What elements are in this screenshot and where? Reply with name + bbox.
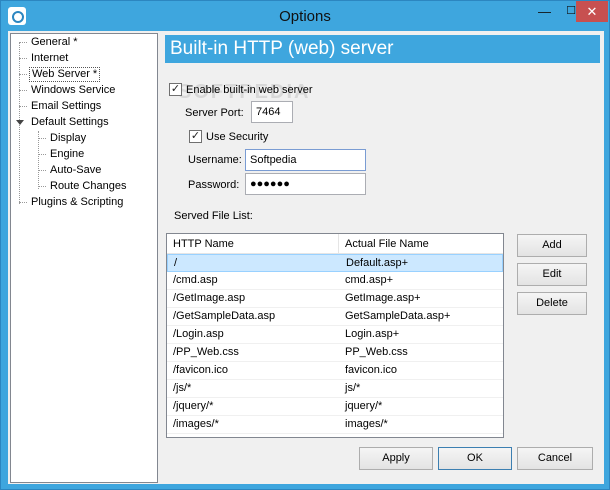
actual-file-name-cell: images/* xyxy=(345,418,388,430)
table-row[interactable]: /GetImage.asp GetImage.asp+ xyxy=(167,290,503,308)
tree-connector xyxy=(19,202,27,203)
actual-file-name-cell: Login.asp+ xyxy=(345,328,400,340)
served-file-list[interactable]: HTTP Name Actual File Name / Default.asp… xyxy=(166,233,504,438)
actual-file-name-cell: GetImage.asp+ xyxy=(345,292,421,304)
tree-connector xyxy=(19,42,27,43)
enable-web-server-label: Enable built-in web server xyxy=(186,84,313,96)
table-row[interactable]: /Login.asp Login.asp+ xyxy=(167,326,503,344)
client-area: General * Internet Web Server * Windows … xyxy=(8,31,604,484)
column-header-actual-file-name[interactable]: Actual File Name xyxy=(339,234,503,254)
http-name-cell: / xyxy=(174,257,178,269)
tree-connector xyxy=(38,170,46,171)
tree-item-engine[interactable]: Engine xyxy=(48,147,86,162)
http-name-cell: /GetImage.asp xyxy=(173,292,246,304)
window-title: Options xyxy=(279,8,331,25)
ok-button[interactable]: OK xyxy=(438,447,512,470)
column-header-http-name[interactable]: HTTP Name xyxy=(167,234,339,254)
tree-item-auto-save[interactable]: Auto-Save xyxy=(48,163,103,178)
actual-file-name-cell: GetSampleData.asp+ xyxy=(345,310,451,322)
http-name-cell: /js/* xyxy=(173,382,192,394)
tree-connector xyxy=(38,154,46,155)
actual-file-name-cell: favicon.ico xyxy=(345,364,397,376)
tree-item-general[interactable]: General * xyxy=(29,35,79,50)
tree-line xyxy=(38,131,39,189)
tree-connector xyxy=(38,186,46,187)
table-row[interactable]: /js/* js/* xyxy=(167,380,503,398)
table-row[interactable]: / Default.asp+ xyxy=(167,254,503,272)
tree-connector xyxy=(19,58,27,59)
tree-item-default-settings[interactable]: Default Settings xyxy=(29,115,111,130)
use-security-checkbox[interactable]: ✓ xyxy=(189,130,202,143)
actual-file-name-cell: Default.asp+ xyxy=(346,257,409,269)
table-row[interactable]: /jquery/* jquery/* xyxy=(167,398,503,416)
server-port-field[interactable] xyxy=(251,101,293,123)
table-row[interactable]: /cmd.asp cmd.asp+ xyxy=(167,272,503,290)
http-name-cell: /cmd.asp xyxy=(173,274,218,286)
add-button[interactable]: Add xyxy=(517,234,587,257)
served-file-list-label: Served File List: xyxy=(174,210,253,222)
tree-item-plugins-scripting[interactable]: Plugins & Scripting xyxy=(29,195,125,210)
table-row[interactable]: /images/* images/* xyxy=(167,416,503,434)
apply-button[interactable]: Apply xyxy=(359,447,433,470)
tree-connector xyxy=(19,106,27,107)
password-field[interactable] xyxy=(245,173,366,195)
minimize-icon[interactable]: — xyxy=(531,1,558,22)
http-name-cell: /favicon.ico xyxy=(173,364,229,376)
table-row[interactable]: /favicon.ico favicon.ico xyxy=(167,362,503,380)
http-name-cell: /jquery/* xyxy=(173,400,214,412)
enable-web-server-checkbox[interactable]: ✓ xyxy=(169,83,182,96)
actual-file-name-cell: jquery/* xyxy=(345,400,383,412)
username-field[interactable] xyxy=(245,149,366,171)
tree-item-route-changes[interactable]: Route Changes xyxy=(48,179,128,194)
http-name-cell: /Login.asp xyxy=(173,328,224,340)
settings-tree[interactable]: General * Internet Web Server * Windows … xyxy=(10,33,158,483)
http-name-cell: /GetSampleData.asp xyxy=(173,310,276,322)
tree-connector xyxy=(19,90,27,91)
tree-connector xyxy=(38,138,46,139)
http-name-cell: /PP_Web.css xyxy=(173,346,239,358)
list-header: HTTP Name Actual File Name xyxy=(167,234,503,254)
title-bar[interactable]: Options — ☐ ✕ xyxy=(1,1,609,31)
tree-item-email-settings[interactable]: Email Settings xyxy=(29,99,103,114)
table-row[interactable]: /PP_Web.css PP_Web.css xyxy=(167,344,503,362)
expand-triangle-icon[interactable] xyxy=(16,120,24,125)
delete-button[interactable]: Delete xyxy=(517,292,587,315)
use-security-label: Use Security xyxy=(206,131,269,143)
server-port-label: Server Port: xyxy=(185,107,244,119)
cancel-button[interactable]: Cancel xyxy=(517,447,593,470)
tree-item-windows-service[interactable]: Windows Service xyxy=(29,83,117,98)
panel-header: Built-in HTTP (web) server xyxy=(165,35,600,63)
http-name-cell: /images/* xyxy=(173,418,219,430)
close-icon[interactable]: ✕ xyxy=(576,1,608,22)
tree-connector xyxy=(19,74,27,75)
actual-file-name-cell: cmd.asp+ xyxy=(345,274,393,286)
tree-item-display[interactable]: Display xyxy=(48,131,88,146)
tree-item-web-server[interactable]: Web Server * xyxy=(29,67,101,82)
tree-item-internet[interactable]: Internet xyxy=(29,51,70,66)
actual-file-name-cell: js/* xyxy=(345,382,361,394)
edit-button[interactable]: Edit xyxy=(517,263,587,286)
options-window: Options — ☐ ✕ General * Internet Web Ser… xyxy=(0,0,610,490)
actual-file-name-cell: PP_Web.css xyxy=(345,346,408,358)
password-label: Password: xyxy=(188,179,240,191)
username-label: Username: xyxy=(188,154,242,166)
table-row[interactable]: /GetSampleData.asp GetSampleData.asp+ xyxy=(167,308,503,326)
